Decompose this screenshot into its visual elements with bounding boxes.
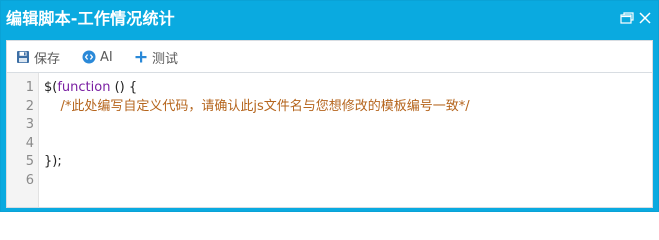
line-number: 2 xyxy=(25,98,34,114)
code-line-3[interactable] xyxy=(44,116,648,135)
editor-panel: 保存 AI 测试 1 2 3 4 5 6 $(function () {/*此… xyxy=(6,40,653,208)
save-button[interactable]: 保存 xyxy=(16,47,60,67)
code-token: () { xyxy=(110,80,138,95)
ai-button[interactable]: AI xyxy=(82,47,113,67)
code-token: $( xyxy=(44,80,58,95)
code-line-1[interactable]: $(function () { xyxy=(44,79,648,98)
script-editor-dialog: 编辑脚本-工作情况统计 保存 AI 测试 1 2 3 4 5 6 $(funct… xyxy=(0,0,659,212)
code-area[interactable]: $(function () { /*此处编写自定义代码，请确认此js文件名与您想… xyxy=(44,79,648,190)
restore-button[interactable] xyxy=(618,9,636,27)
ai-label: AI xyxy=(100,49,113,65)
close-button[interactable] xyxy=(636,9,654,27)
dialog-titlebar[interactable]: 编辑脚本-工作情况统计 xyxy=(1,1,658,38)
code-editor[interactable]: 1 2 3 4 5 6 $(function () { /*此处编写自定义代码，… xyxy=(7,73,652,207)
plus-icon xyxy=(134,50,148,64)
ai-code-icon xyxy=(82,50,96,64)
code-line-6[interactable] xyxy=(44,172,648,191)
floppy-disk-icon xyxy=(16,50,30,64)
line-number: 1 xyxy=(25,80,34,95)
line-number: 3 xyxy=(25,117,34,132)
test-button[interactable]: 测试 xyxy=(134,47,178,67)
code-comment: /*此处编写自定义代码，请确认此js文件名与您想修改的模板编号一致*/ xyxy=(60,98,470,114)
line-number: 4 xyxy=(25,135,34,151)
editor-toolbar: 保存 AI 测试 xyxy=(7,41,652,73)
line-number: 6 xyxy=(25,172,34,188)
line-number: 5 xyxy=(25,154,34,169)
line-number-gutter: 1 2 3 4 5 6 xyxy=(7,73,39,207)
dialog-title: 编辑脚本-工作情况统计 xyxy=(6,9,175,28)
close-icon xyxy=(639,12,651,24)
code-line-4[interactable] xyxy=(44,135,648,154)
test-label: 测试 xyxy=(152,51,179,67)
code-line-5[interactable]: }); xyxy=(44,153,648,172)
code-keyword: function xyxy=(57,80,111,95)
save-label: 保存 xyxy=(34,51,61,67)
restore-icon xyxy=(620,12,634,24)
code-line-2[interactable]: /*此处编写自定义代码，请确认此js文件名与您想修改的模板编号一致*/ xyxy=(44,98,648,117)
